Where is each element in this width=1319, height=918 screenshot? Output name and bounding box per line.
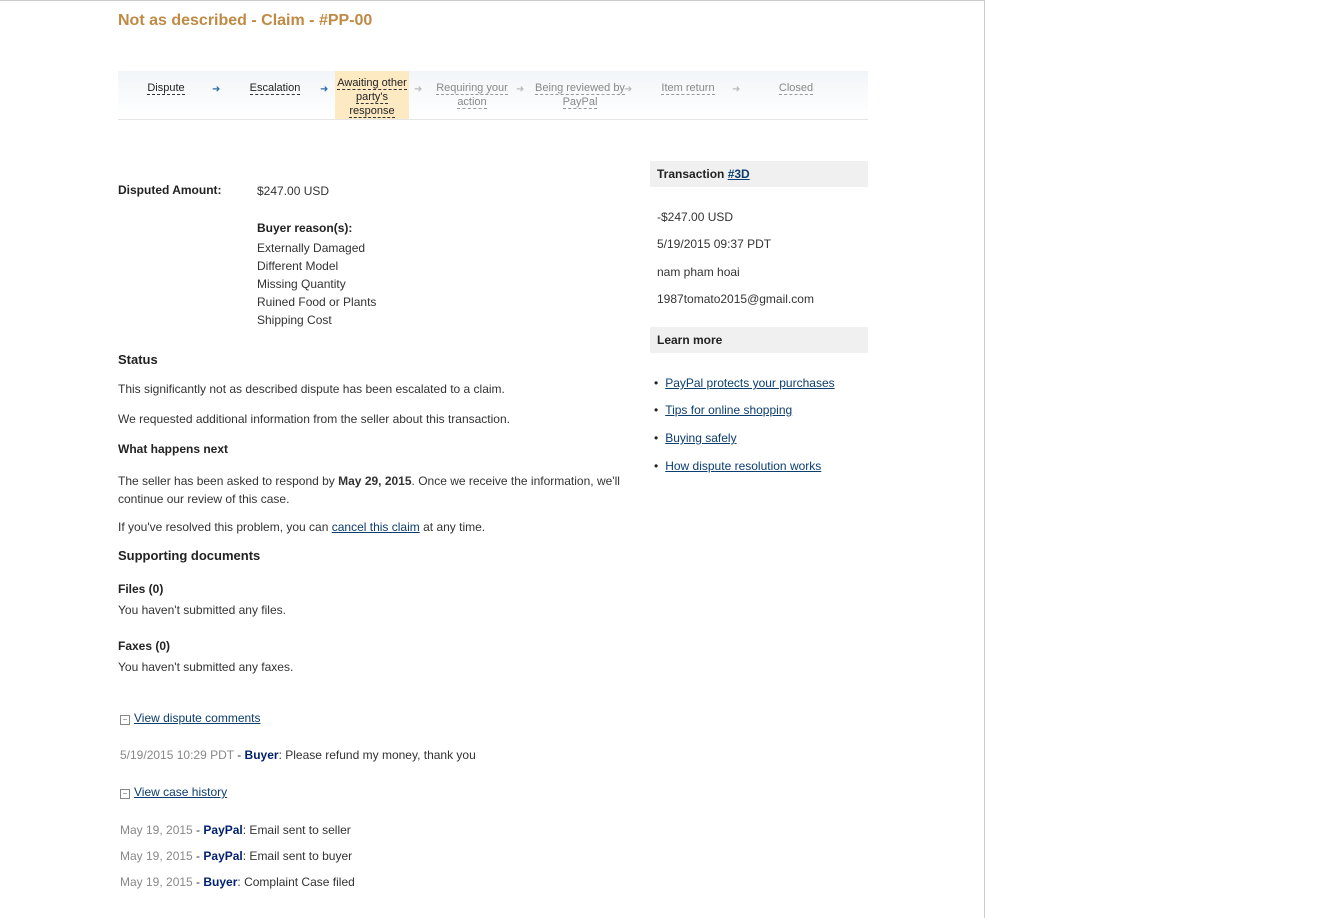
step-closed: Closed (778, 82, 814, 95)
buyer-reasons-label: Buyer reason(s): (257, 221, 353, 235)
arrow-icon: ➜ (212, 84, 221, 95)
history-item: May 19, 2015 - PayPal: Email sent to buy… (120, 849, 353, 863)
transaction-date: 5/19/2015 09:37 PDT (657, 237, 772, 251)
cancel-text: If you've resolved this problem, you can… (118, 520, 486, 534)
learn-link[interactable]: Buying safely (665, 431, 736, 445)
comments-toggle[interactable]: − View dispute comments (120, 711, 261, 725)
buyer-reasons-list: Externally Damaged Different Model Missi… (257, 239, 376, 329)
learn-more-heading: Learn more (650, 327, 868, 353)
arrow-icon: ➜ (516, 84, 525, 95)
collapse-icon: − (120, 789, 130, 799)
arrow-icon: ➜ (624, 84, 633, 95)
supporting-docs-heading: Supporting documents (118, 548, 261, 563)
arrow-icon: ➜ (732, 84, 741, 95)
reason: Shipping Cost (257, 313, 332, 327)
learn-link[interactable]: Tips for online shopping (665, 403, 792, 417)
status-line: This significantly not as described disp… (118, 382, 505, 396)
what-next-text: The seller has been asked to respond by … (118, 474, 620, 506)
reason: Missing Quantity (257, 277, 346, 291)
step-dispute: Dispute (147, 82, 185, 95)
reason: Different Model (257, 259, 339, 273)
progress-steps: Dispute ➜ Escalation ➜ Awaiting other pa… (118, 71, 868, 120)
view-history-link[interactable]: View case history (134, 785, 227, 799)
faxes-text: You haven't submitted any faxes. (118, 660, 294, 674)
arrow-icon: ➜ (320, 84, 329, 95)
step-awaiting: Awaiting other party's response (335, 71, 409, 119)
learn-more-item: Buying safely (654, 431, 736, 445)
step-escalation: Escalation (249, 82, 301, 95)
reason: Externally Damaged (257, 241, 366, 255)
comment-item: 5/19/2015 10:29 PDT - Buyer: Please refu… (120, 748, 476, 762)
status-line: We requested additional information from… (118, 412, 510, 426)
status-heading: Status (118, 352, 158, 367)
transaction-id-link[interactable]: #3D (728, 161, 858, 187)
transaction-amount: -$247.00 USD (657, 210, 734, 224)
arrow-icon: ➜ (414, 84, 423, 95)
learn-more-item: Tips for online shopping (654, 403, 792, 417)
learn-more-item: How dispute resolution works (654, 459, 821, 473)
learn-more-item: PayPal protects your purchases (654, 376, 834, 390)
step-item-return: Item return (661, 82, 715, 95)
faxes-label: Faxes (0) (118, 639, 171, 653)
what-next-heading: What happens next (118, 442, 229, 456)
step-requiring-action: Requiring your action (436, 82, 508, 109)
page-title: Not as described - Claim - #PP-00 (118, 12, 373, 29)
transaction-name: nam pham hoai (657, 265, 740, 279)
view-comments-link[interactable]: View dispute comments (134, 711, 261, 725)
disputed-amount: $247.00 USD (257, 184, 330, 198)
files-label: Files (0) (118, 582, 164, 596)
step-being-reviewed: Being reviewed by PayPal (535, 82, 625, 109)
history-item: May 19, 2015 - PayPal: Email sent to sel… (120, 823, 351, 837)
page: Not as described - Claim - #PP-00 Disput… (0, 0, 985, 918)
files-text: You haven't submitted any files. (118, 603, 286, 617)
reason: Ruined Food or Plants (257, 295, 377, 309)
cancel-claim-link[interactable]: cancel this claim (332, 520, 420, 534)
transaction-email: 1987tomato2015@gmail.com (657, 292, 814, 306)
disputed-amount-label: Disputed Amount: (118, 183, 222, 197)
learn-link[interactable]: PayPal protects your purchases (665, 376, 834, 390)
transaction-header: Transaction #3D (650, 161, 868, 187)
history-item: May 19, 2015 - Buyer: Complaint Case fil… (120, 875, 355, 889)
collapse-icon: − (120, 715, 130, 725)
history-toggle[interactable]: − View case history (120, 785, 227, 799)
learn-link[interactable]: How dispute resolution works (665, 459, 821, 473)
